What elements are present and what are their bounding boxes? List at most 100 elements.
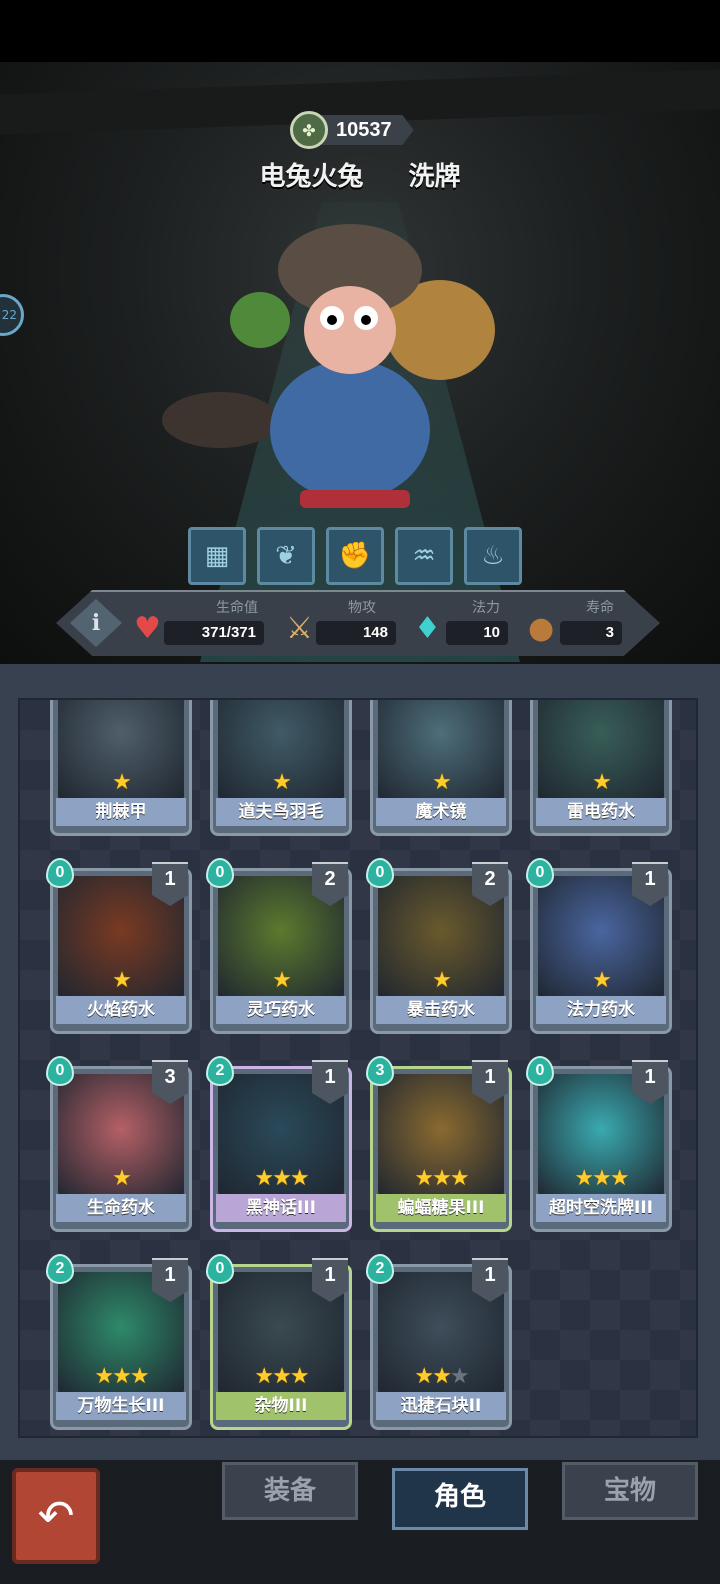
stat-hp-label: 生命值 [216,600,258,616]
card-item[interactable]: ★ 道夫鸟羽毛 [210,700,352,836]
card-item[interactable]: ★ 灵巧药水 0 2 [206,858,352,1034]
character-name: 电兔火兔 [259,162,364,192]
stat-mana: ♦ 法力 10 [414,597,508,651]
star-icon: ★ [112,1364,132,1389]
star-icon: ★ [609,1166,630,1191]
tab-equipment[interactable]: 装备 [222,1462,358,1520]
vegetables [230,292,290,348]
star-icon: ★ [112,770,132,795]
star-icon: ★ [272,1364,292,1389]
skill-bar: ▦ ❦ ✊ ♒ ♨ [188,527,522,585]
star-icon: ★ [289,1166,310,1191]
star-icon: ★ [432,1364,452,1389]
bowl-skill-icon[interactable]: ♨ [464,527,522,585]
star-icon: ★ [592,770,612,795]
deck-panel: ★ 荆棘甲 ★ 道夫鸟羽毛 ★ 魔术镜 ★ 雷电药水 ★ 火焰药水 0 1 ★ 灵巧药水 0 2 ★ 暴击药水 0 2… [0,664,720,1460]
card-cost-badge: 0 [206,1254,234,1284]
side-badge[interactable]: 22 [0,294,24,336]
star-icon: ★ [272,770,292,795]
card-stars: ★ [530,968,672,993]
tab-treasure[interactable]: 宝物 [562,1462,698,1520]
card-item[interactable]: ★ 荆棘甲 [50,700,192,836]
card-item[interactable]: ★★★ 万物生长III 2 1 [46,1254,192,1430]
card-name: 黑神话III [216,1194,346,1222]
star-icon: ★ [254,1166,274,1191]
star-icon: ★ [289,1364,310,1389]
card-item[interactable]: ★ 火焰药水 0 1 [46,858,192,1034]
card-stars: ★ [50,968,192,993]
card-item[interactable]: ★★★ 杂物III 0 1 [206,1254,352,1430]
shuffle-label[interactable]: 洗牌 [409,162,461,192]
card-name: 荆棘甲 [56,798,186,826]
star-icon: ★ [592,1166,612,1191]
star-icon: ★ [94,1364,114,1389]
stat-attack-value: 148 [316,621,396,645]
card-stars: ★★★ [370,1364,512,1389]
star-icon: ★ [254,1364,274,1389]
card-stars: ★★★ [50,1364,192,1389]
stat-mana-label: 法力 [472,600,500,616]
star-icon: ★ [592,968,612,993]
card-cost-badge: 2 [366,1254,394,1284]
tab-character[interactable]: 角色 [392,1468,528,1530]
star-icon: ★ [112,968,132,993]
card-stars: ★ [50,1166,192,1191]
card-item[interactable]: ★★★ 超时空洗牌III 0 1 [526,1056,672,1232]
card-stars: ★★★ [210,1364,352,1389]
stat-attack-label: 物攻 [348,600,376,616]
stat-lifespan-label: 寿命 [586,600,614,616]
card-grid[interactable]: ★ 荆棘甲 ★ 道夫鸟羽毛 ★ 魔术镜 ★ 雷电药水 ★ 火焰药水 0 1 ★ 灵巧药水 0 2 ★ 暴击药水 0 2… [18,698,698,1438]
card-cost-badge: 2 [206,1056,234,1086]
stat-lifespan-value: 3 [560,621,622,645]
currency-amount: 10537 [320,115,414,145]
card-item[interactable]: ★ 法力药水 0 1 [526,858,672,1034]
star-icon: ★ [414,1166,434,1191]
card-stars: ★★★ [210,1166,352,1191]
card-cost-badge: 0 [46,1056,74,1086]
back-button[interactable]: ↶ [12,1468,100,1564]
fish-skill-icon[interactable]: ♒ [395,527,453,585]
card-cost-badge: 3 [366,1056,394,1086]
fist-skill-icon[interactable]: ✊ [326,527,384,585]
star-icon: ★ [432,770,452,795]
card-name: 超时空洗牌III [536,1194,666,1222]
clover-coin-icon: ✤ [290,111,328,149]
card-stars: ★ [530,770,672,795]
card-cost-badge: 0 [366,858,394,888]
card-stars: ★ [50,770,192,795]
face [304,286,396,374]
card-item[interactable]: ★ 雷电药水 [530,700,672,836]
stat-attack: ⚔ 物攻 148 [286,597,396,651]
card-item[interactable]: ★★★ 蝙蝠糖果III 3 1 [366,1056,512,1232]
card-cost-badge: 0 [206,858,234,888]
card-name: 火焰药水 [56,996,186,1024]
star-icon: ★ [112,1166,132,1191]
star-icon: ★ [414,1364,434,1389]
card-stars: ★★★ [370,1166,512,1191]
raccoon-tail [162,392,278,448]
leaf-skill-icon[interactable]: ❦ [257,527,315,585]
card-item[interactable]: ★ 魔术镜 [370,700,512,836]
stat-mana-value: 10 [446,621,508,645]
card-item[interactable]: ★ 暴击药水 0 2 [366,858,512,1034]
box-skill-icon[interactable]: ▦ [188,527,246,585]
card-name: 法力药水 [536,996,666,1024]
stat-lifespan: ● 寿命 3 [528,597,622,651]
sword-icon: ⚔ [286,611,313,646]
overalls [270,360,430,500]
card-name: 蝙蝠糖果III [376,1194,506,1222]
card-name: 万物生长III [56,1392,186,1420]
card-item[interactable]: ★★★ 迅捷石块II 2 1 [366,1254,512,1430]
back-arrow-icon: ↶ [37,1490,75,1542]
stat-hp: ♥ 生命值 371/371 [134,597,264,651]
star-icon: ★ [432,968,452,993]
card-name: 迅捷石块II [376,1392,506,1420]
card-item[interactable]: ★★★ 黑神话III 2 1 [206,1056,352,1232]
card-stars: ★ [370,968,512,993]
currency-display: ✤ 10537 [290,110,414,150]
card-name: 道夫鸟羽毛 [216,798,346,826]
mana-flame-icon: ♦ [414,611,441,646]
card-stars: ★ [370,770,512,795]
card-item[interactable]: ★ 生命药水 0 3 [46,1056,192,1232]
card-name: 雷电药水 [536,798,666,826]
